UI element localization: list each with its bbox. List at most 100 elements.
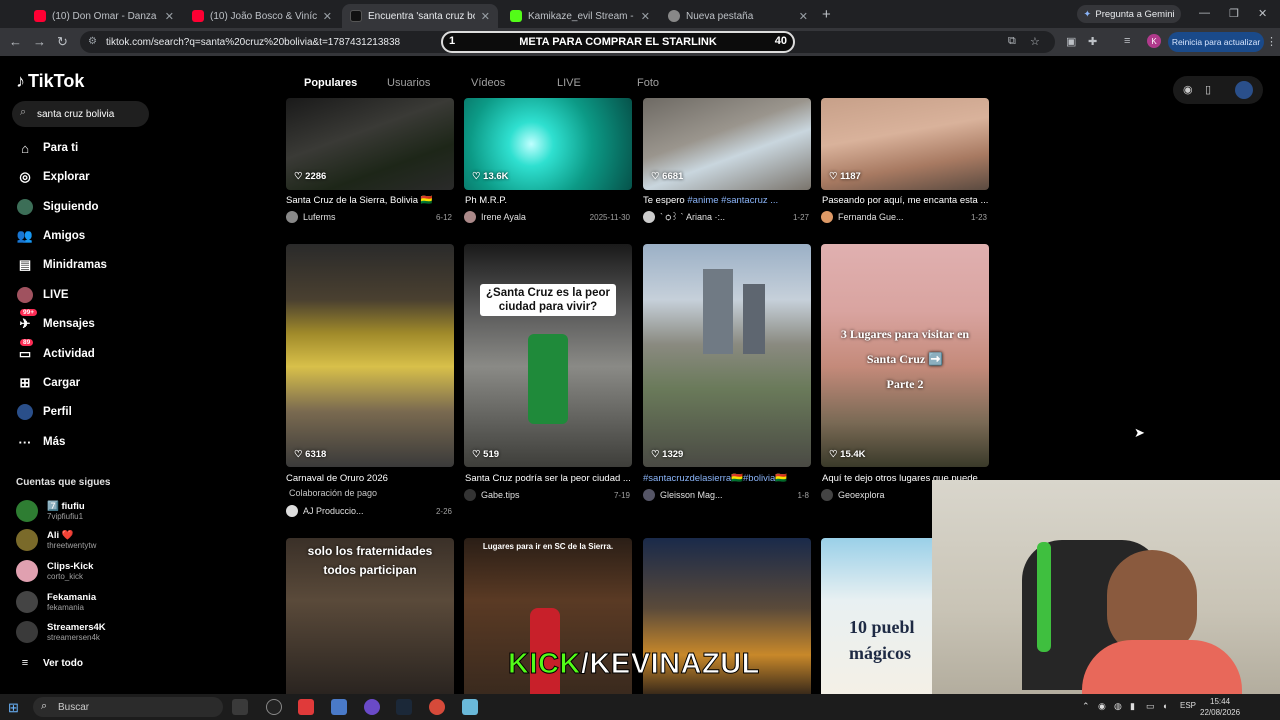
language-indicator[interactable]: ESP [1180,701,1196,710]
video-date: 2-26 [435,506,452,516]
volume-icon[interactable]: ◖ [1162,701,1167,711]
phone-icon[interactable]: ▯ [1205,83,1211,96]
taskbar-search[interactable]: ⌕ Buscar [33,697,223,717]
video-card[interactable]: 10 puebl mágicos [821,538,932,694]
new-tab-button[interactable]: + [822,6,831,23]
app-icon[interactable] [462,699,478,715]
browser-tab[interactable]: Nueva pestaña ✕ [660,4,816,28]
tiktok-logo[interactable]: ♪ TikTok [16,71,84,92]
bookmark-star-icon[interactable]: ☆ [1030,35,1040,48]
nav-amigos[interactable]: 👥 Amigos [16,225,85,247]
close-icon[interactable]: ✕ [323,10,332,23]
following-name: 7️⃣ fiufiu [47,500,85,512]
restore-button[interactable]: ❐ [1229,7,1239,20]
mic-icon[interactable]: ▮ [1130,701,1135,712]
nav-perfil[interactable]: Perfil [16,401,72,423]
following-item[interactable]: Ali ❤️ threetwentytw [16,528,96,552]
tab-live[interactable]: LIVE [557,77,581,89]
nav-explorar[interactable]: ◎ Explorar [16,166,89,188]
following-item[interactable]: 7️⃣ fiufiu 7vipfiufiu1 [16,499,85,523]
browser-tab[interactable]: Kamikaze_evil Stream - Watch L ✕ [502,4,658,28]
tray-icon[interactable]: ◉ [1098,701,1106,712]
video-author[interactable]: Irene Ayala 2025-11-30 [464,210,632,224]
extensions-puzzle-icon[interactable]: ✚ [1088,35,1097,48]
close-icon[interactable]: ✕ [481,10,490,23]
video-author[interactable]: Fernanda Gue... 1-23 [821,210,989,224]
video-description[interactable]: Santa Cruz de la Sierra, Bolivia 🇧🇴 [286,195,454,206]
messages-badge: 99+ [20,309,38,316]
video-author[interactable]: ` ѻ꒱ ` Ariana ·:.. 1-27 [643,210,811,224]
video-description[interactable]: Santa Cruz podría ser la peor ciudad ... [465,473,633,484]
video-card[interactable]: ♡ 2286 [286,98,454,190]
video-description[interactable]: Ph M.R.P. [465,195,633,206]
search-input[interactable]: ⌕ santa cruz bolivia [12,101,149,127]
avatar[interactable] [1235,81,1253,99]
app-icon[interactable] [298,699,314,715]
video-description[interactable]: Te espero #anime #santacruz ... [643,195,811,206]
video-card[interactable]: 3 Lugares para visitar en Santa Cruz ➡️ … [821,244,989,467]
menu-dots-icon[interactable]: ⋮ [1266,35,1277,48]
nav-mas[interactable]: ··· Más [16,431,66,453]
compass-icon[interactable]: ◉ [1183,83,1193,96]
minimize-button[interactable]: — [1199,7,1210,19]
windows-start-icon[interactable]: ⊞ [8,700,19,716]
steam-icon[interactable] [396,699,412,715]
following-item[interactable]: Streamers4K streamersen4k [16,620,106,644]
discord-icon[interactable] [364,699,380,715]
nav-minidramas[interactable]: ▤ Minidramas [16,254,107,276]
nav-cargar[interactable]: ⊞ Cargar [16,372,81,394]
chrome-icon[interactable] [429,699,445,715]
tab-search-icon[interactable]: ≡ [1124,35,1130,47]
profile-avatar[interactable]: K [1147,34,1161,48]
video-card[interactable]: ♡ 13.6K [464,98,632,190]
see-all-link[interactable]: ≡ Ver todo [16,652,83,674]
video-card[interactable]: ♡ 1187 [821,98,989,190]
tray-icon[interactable]: ◍ [1114,701,1122,712]
video-description[interactable]: #santacruzdelasierra🇧🇴#bolivia🇧🇴 [643,473,811,484]
nav-para-ti[interactable]: ⌂ Para ti [16,137,78,159]
tab-usuarios[interactable]: Usuarios [387,77,430,89]
browser-tab-active[interactable]: Encuentra 'santa cruz bolivia' e ✕ [342,4,498,28]
calculator-icon[interactable] [331,699,347,715]
video-card[interactable]: ♡ 6681 [643,98,811,190]
nav-siguiendo[interactable]: Siguiendo [16,196,99,218]
close-window-button[interactable]: ✕ [1258,7,1267,20]
task-view-icon[interactable] [232,699,248,715]
obs-icon[interactable] [266,699,282,715]
close-icon[interactable]: ✕ [641,10,650,23]
tab-foto[interactable]: Foto [637,77,659,89]
video-author[interactable]: AJ Produccio... 2-26 [286,504,454,518]
browser-tab[interactable]: (10) João Bosco & Vinícius - Ch ✕ [184,4,340,28]
video-author[interactable]: Gabe.tips 7-19 [464,488,632,502]
video-author[interactable]: Luferms 6-12 [286,210,454,224]
video-card[interactable]: solo los fraternidades todos participan [286,538,454,694]
reload-button[interactable]: ↻ [57,34,68,50]
nav-mensajes[interactable]: ✈ 99+ Mensajes [16,309,95,335]
nav-actividad[interactable]: ▭ 89 Actividad [16,339,95,365]
nav-live[interactable]: LIVE [16,284,69,306]
following-item[interactable]: Fekamania fekamania [16,590,96,614]
video-card[interactable]: ♡ 6318 [286,244,454,467]
forward-button[interactable]: → [33,34,46,49]
gemini-button[interactable]: ✦ Pregunta a Gemini [1077,5,1181,23]
browser-tab[interactable]: (10) Don Omar - Danza Kuduro ✕ [26,4,182,28]
update-button[interactable]: Reinicia para actualizar [1168,32,1264,52]
video-card[interactable]: ¿Santa Cruz es la peor ciudad para vivir… [464,244,632,467]
close-icon[interactable]: ✕ [799,10,808,23]
network-icon[interactable]: ▭ [1146,701,1155,712]
tab-populares[interactable]: Populares [304,77,357,89]
site-info-icon[interactable]: ⚙ [88,36,97,47]
close-icon[interactable]: ✕ [165,10,174,23]
video-author[interactable]: Gleisson Mag... 1-8 [643,488,811,502]
following-item[interactable]: Clips-Kick corto_kick [16,559,93,583]
tray-chevron-icon[interactable]: ⌃ [1082,701,1090,712]
extension-icon[interactable]: ▣ [1066,35,1076,48]
install-icon[interactable]: ⧉ [1008,35,1016,48]
avatar [821,211,833,223]
video-description[interactable]: Paseando por aquí, me encanta esta ... [822,195,990,206]
back-button[interactable]: ← [9,34,22,49]
video-card[interactable]: ♡ 1329 [643,244,811,467]
tab-videos[interactable]: Vídeos [471,77,505,89]
video-description[interactable]: Carnaval de Oruro 2026 [286,473,454,484]
clock[interactable]: 15:44 22/08/2026 [1200,696,1240,718]
